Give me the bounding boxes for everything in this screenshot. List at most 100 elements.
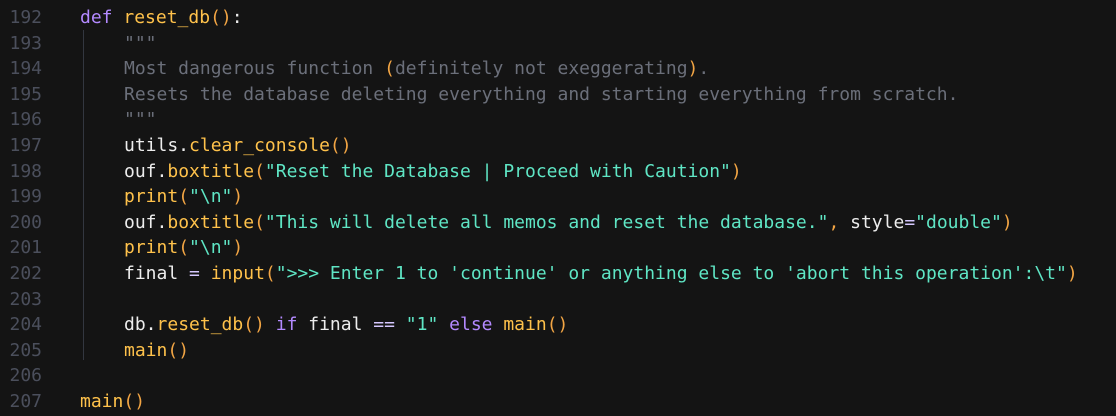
code-token: ) [232,237,244,259]
code-line[interactable]: 195 Resets the database deleting everythi… [0,82,1116,108]
code-token: db. [124,314,157,336]
code-line[interactable]: 199 print("\n") [0,184,1116,210]
code-token: reset_db [156,314,244,336]
line-number: 196 [9,109,42,131]
code-token: ) [1066,262,1078,284]
code-token: else [449,314,504,336]
code-token: ) [1001,211,1013,233]
code-token: definitely not exeggerating [394,58,688,80]
code-token: () [123,390,146,412]
code-token: "\n" [189,237,233,259]
code-line[interactable]: 193 """ [0,31,1116,57]
code-line[interactable]: 198 ouf.boxtitle("Reset the Database | Pr… [0,159,1116,185]
code-text: ouf.boxtitle("Reset the Database | Proce… [42,159,742,185]
code-token: ">>> Enter 1 to 'continue' or anything e… [275,262,1067,284]
code-token: "This will delete all memos and reset th… [264,211,829,233]
line-number: 198 [9,160,42,182]
code-token: == [373,314,406,336]
code-token: main [80,390,124,412]
code-token: ( [178,237,190,259]
line-number: 205 [9,339,42,361]
code-token: ) [730,160,742,182]
line-number: 192 [9,7,42,28]
code-text: final = input(">>> Enter 1 to 'continue'… [42,261,1078,287]
code-token: Resets the database deleting everything … [124,83,959,105]
code-token: () [167,339,190,361]
line-number: 193 [9,32,42,54]
code-token: = [189,262,211,284]
code-token: : [231,7,243,28]
line-number: 207 [9,390,42,412]
code-token: . [698,58,710,80]
line-number: 194 [9,58,42,80]
code-line[interactable]: 205 main() [0,338,1116,364]
code-token: ) [687,58,699,80]
code-token: main [503,314,547,336]
code-text: main() [42,389,145,415]
code-line[interactable]: 200 ouf.boxtitle("This will delete all me… [0,210,1116,236]
code-token: print [124,186,179,208]
code-token: style [850,211,905,233]
code-token: boxtitle [167,211,255,233]
line-number: 200 [9,211,42,233]
code-token: reset_db [123,7,211,28]
code-text: """ [42,31,157,57]
code-token: "1" [405,314,450,336]
code-line[interactable]: 197 utils.clear_console() [0,133,1116,159]
code-token: utils. [124,134,190,156]
code-token: ouf. [124,211,168,233]
code-text: def reset_db(): [42,5,243,31]
code-token: () [243,314,276,336]
code-token: final [124,262,190,284]
code-token: = [904,211,916,233]
code-token: print [124,237,179,259]
code-line[interactable]: 202 final = input(">>> Enter 1 to 'contin… [0,261,1116,287]
code-token: final [308,314,374,336]
code-token: "Reset the Database | Proceed with Cauti… [264,160,731,182]
line-number: 197 [9,134,42,156]
line-number: 202 [9,262,42,284]
line-number: 204 [9,314,42,336]
code-text: utils.clear_console() [42,133,352,159]
code-token: """ [124,32,157,54]
code-token: () [546,314,569,336]
code-line[interactable]: 194 Most dangerous function (definitely n… [0,56,1116,82]
line-number: 199 [9,186,42,208]
code-line[interactable]: 204 db.reset_db() if final == "1" else ma… [0,312,1116,338]
code-text: print("\n") [42,184,243,210]
code-line[interactable]: 192 def reset_db(): [0,5,1116,31]
code-editor[interactable]: 192 def reset_db(): 193 """ 194 Most dangerou… [0,0,1116,416]
code-lines: 192 def reset_db(): 193 """ 194 Most dangerou… [0,5,1116,415]
code-token: input [210,262,265,284]
code-token: () [210,7,232,28]
code-text: Most dangerous function (definitely not … [42,56,709,82]
code-token: ( [264,262,276,284]
code-line[interactable]: 206 [0,363,1116,389]
code-token: """ [124,109,157,131]
code-token: () [329,134,352,156]
code-token: ( [254,211,265,233]
line-number: 203 [9,288,42,310]
code-token: "double" [915,211,1002,233]
code-token: boxtitle [167,160,255,182]
code-token: , [828,211,851,233]
code-token: "\n" [189,186,233,208]
code-token: def [80,7,124,28]
code-text: main() [42,338,189,364]
code-line[interactable]: 207 main() [0,389,1116,415]
code-token: Most dangerous function [124,58,385,80]
code-token: ouf. [124,160,168,182]
code-text: print("\n") [42,235,243,261]
code-line[interactable]: 201 print("\n") [0,235,1116,261]
code-text: db.reset_db() if final == "1" else main(… [42,312,568,338]
code-text: ouf.boxtitle("This will delete all memos… [42,210,1013,236]
code-line[interactable]: 203 [0,287,1116,313]
line-number: 201 [9,237,42,259]
code-line[interactable]: 196 """ [0,107,1116,133]
code-token: if [275,314,309,336]
code-token: main [124,339,168,361]
line-number: 195 [9,83,42,105]
code-text: Resets the database deleting everything … [42,82,958,108]
